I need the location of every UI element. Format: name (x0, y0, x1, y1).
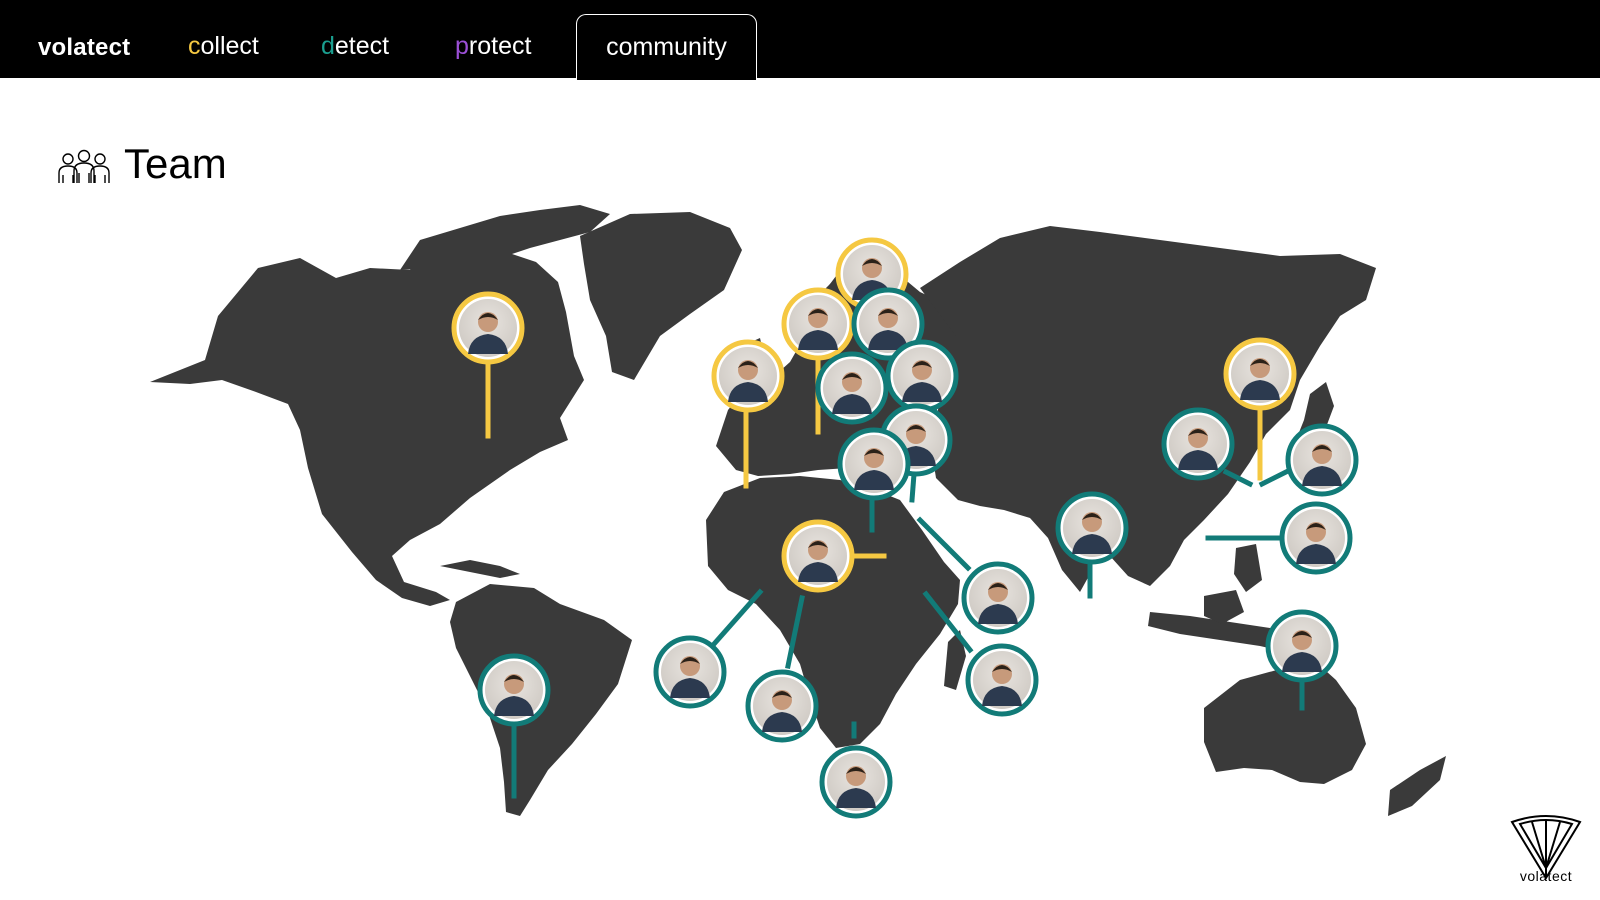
team-member-avatar[interactable] (1265, 609, 1339, 683)
borneo (1204, 590, 1244, 624)
pin-line (909, 471, 917, 503)
team-member-avatar[interactable] (965, 643, 1039, 717)
north-america (150, 236, 584, 606)
pin-line (710, 588, 764, 648)
team-member-avatar[interactable] (885, 339, 959, 413)
team-member-avatar[interactable] (451, 291, 525, 365)
team-member-avatar[interactable] (837, 427, 911, 501)
new-zealand (1388, 756, 1446, 816)
team-member-avatar[interactable] (1279, 501, 1353, 575)
team-member-avatar[interactable] (477, 653, 551, 727)
team-member-avatar[interactable] (1161, 407, 1235, 481)
logo-text: volatect (1519, 868, 1573, 884)
team-world-map (150, 205, 1446, 819)
pin-line (1258, 466, 1294, 488)
team-member-avatar[interactable] (781, 287, 855, 361)
team-member-avatar[interactable] (711, 339, 785, 413)
greenland (580, 212, 742, 380)
team-member-avatar[interactable] (781, 519, 855, 593)
philippines (1234, 544, 1262, 592)
australia (1204, 662, 1366, 784)
team-member-avatar[interactable] (653, 635, 727, 709)
caribbean (440, 560, 520, 578)
team-member-avatar[interactable] (1285, 423, 1359, 497)
team-member-avatar[interactable] (1223, 337, 1297, 411)
team-member-avatar[interactable] (819, 745, 893, 819)
team-member-avatar[interactable] (815, 351, 889, 425)
team-member-avatar[interactable] (1055, 491, 1129, 565)
team-member-avatar[interactable] (745, 669, 819, 743)
team-member-avatar[interactable] (961, 561, 1035, 635)
